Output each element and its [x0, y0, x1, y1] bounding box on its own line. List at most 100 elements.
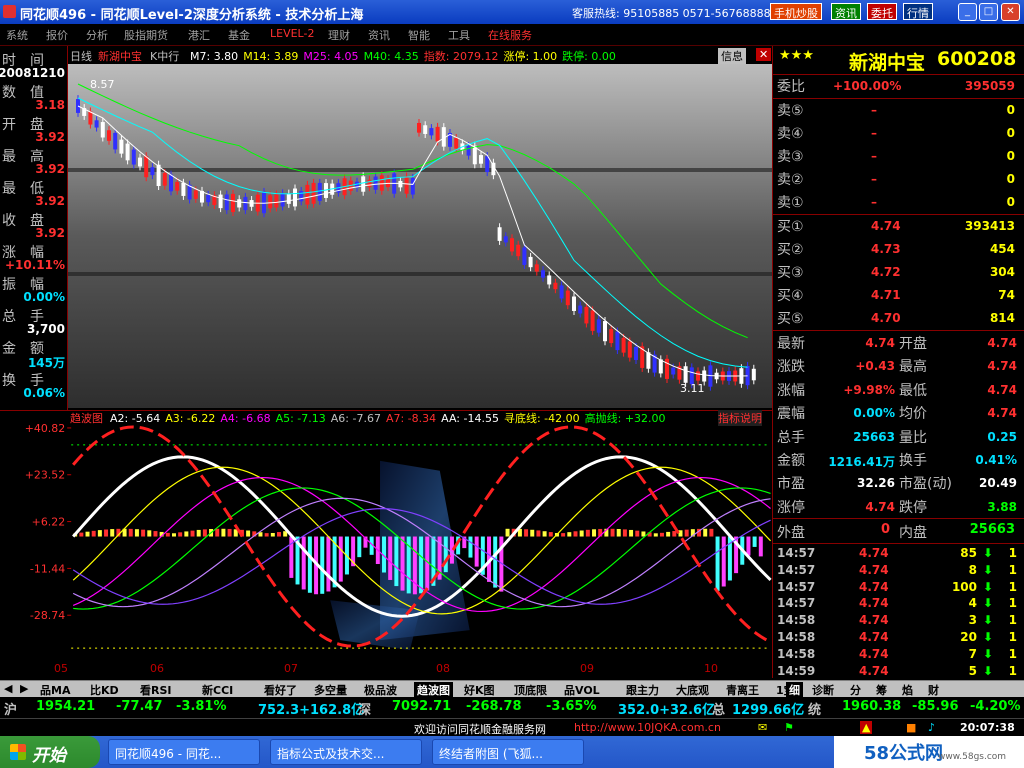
market-button[interactable]: 行情: [903, 3, 933, 20]
menu-level2[interactable]: LEVEL-2: [270, 27, 314, 40]
menu-futures[interactable]: 股指期货: [124, 27, 168, 43]
stat-row: 市盈 32.26 市盈(动) 20.49: [775, 473, 1021, 495]
minimize-button[interactable]: _: [958, 3, 977, 21]
news-button[interactable]: 资讯: [831, 3, 861, 20]
menu-system[interactable]: 系统: [6, 27, 28, 43]
histogram-bar: [610, 528, 615, 537]
indicator-help-button[interactable]: 指标说明: [718, 410, 762, 426]
alert-icon[interactable]: ▲: [860, 721, 873, 734]
task-ths[interactable]: 同花顺496 - 同花...: [108, 739, 260, 765]
histogram-bar: [128, 528, 133, 537]
indicator-tabs: ◀ ▶ 品MA 比KD 看RSI 新CCI 看好了 多空量 极品波 趋波图 好K图 顶底限 品VOL 跟主…: [0, 680, 1024, 698]
start-button[interactable]: 开始: [0, 736, 100, 768]
candle-body: [479, 155, 483, 164]
mail-icon[interactable]: ✉: [758, 721, 767, 734]
candle-body: [466, 145, 471, 156]
right-tab-4[interactable]: 焰: [902, 682, 913, 698]
maximize-button[interactable]: □: [979, 3, 998, 21]
info-button[interactable]: 信息: [718, 48, 746, 64]
candle-body: [541, 270, 545, 278]
entrust-button[interactable]: 委托: [867, 3, 897, 20]
histogram-bar: [752, 536, 757, 547]
tab-2[interactable]: 看RSI: [140, 682, 172, 698]
tab-6[interactable]: 极品波: [364, 682, 397, 698]
order-row[interactable]: 卖② – 0: [775, 169, 1021, 191]
close-button[interactable]: ✕: [1001, 3, 1020, 21]
tick-volume: 4: [968, 596, 977, 611]
sound-icon[interactable]: ♪: [928, 721, 935, 734]
tab-10[interactable]: 品VOL: [564, 682, 600, 698]
task-label: 指标公式及技术交...: [277, 747, 385, 761]
tab-13[interactable]: 青离王: [726, 682, 759, 698]
tab-9[interactable]: 顶底限: [514, 682, 547, 698]
right-tab-2[interactable]: 分: [850, 682, 861, 698]
menu-quote[interactable]: 报价: [46, 27, 68, 43]
order-row[interactable]: 买① 4.74 393413: [775, 216, 1021, 238]
tab-scroll-left-icon[interactable]: ◀: [4, 682, 12, 695]
tab-4[interactable]: 看好了: [264, 682, 297, 698]
order-row[interactable]: 买④ 4.71 74: [775, 285, 1021, 307]
histogram-bar: [141, 529, 146, 537]
message-icon[interactable]: ■: [906, 721, 916, 734]
service-link[interactable]: http://www.10JQKA.com.cn: [574, 721, 721, 734]
oscillator-chart[interactable]: +40.82 +23.52 +6.22 -11.44 -28.74: [0, 410, 772, 678]
order-row[interactable]: 买③ 4.72 304: [775, 262, 1021, 284]
order-row[interactable]: 买⑤ 4.70 814: [775, 308, 1021, 330]
order-row[interactable]: 买② 4.73 454: [775, 239, 1021, 261]
mobile-trade-button[interactable]: 手机炒股: [770, 3, 822, 20]
app-icon: [3, 5, 16, 18]
tab-scroll-right-icon[interactable]: ▶: [20, 682, 28, 695]
right-tab-5[interactable]: 财: [928, 682, 939, 698]
order-row[interactable]: 卖① – 0: [775, 192, 1021, 214]
osc-value: A4: -6.68: [220, 412, 271, 425]
order-row[interactable]: 卖④ – 0: [775, 123, 1021, 145]
menu-fund[interactable]: 基金: [228, 27, 250, 43]
tab-11[interactable]: 跟主力: [626, 682, 659, 698]
right-tab-0[interactable]: 细: [786, 682, 803, 698]
order-row[interactable]: 卖③ – 0: [775, 146, 1021, 168]
tab-3[interactable]: 新CCI: [202, 682, 233, 698]
histogram-bar: [468, 536, 473, 558]
candle-body: [373, 176, 378, 190]
menu-tools[interactable]: 工具: [448, 27, 470, 43]
menu-analysis[interactable]: 分析: [86, 27, 108, 43]
histogram-bar: [172, 533, 176, 537]
candle-body: [231, 193, 235, 213]
menu-smart[interactable]: 智能: [408, 27, 430, 43]
tab-5[interactable]: 多空量: [314, 682, 347, 698]
histogram-bar: [758, 536, 763, 557]
histogram-bar: [573, 531, 578, 537]
menu-info[interactable]: 资讯: [368, 27, 390, 43]
task-terminator[interactable]: 终结者附图 (飞狐...: [432, 739, 584, 765]
tab-0[interactable]: 品MA: [40, 682, 70, 698]
kline-chart[interactable]: 8.57 3.11: [68, 46, 772, 408]
histogram-bar: [715, 536, 720, 591]
stat-label: 最高: [899, 359, 927, 376]
tab-12[interactable]: 大底观: [676, 682, 709, 698]
candle-body: [696, 371, 700, 381]
right-tab-3[interactable]: 筹: [876, 682, 887, 698]
task-label: 同花顺496 - 同花...: [115, 747, 222, 761]
candle-body: [404, 176, 409, 194]
task-forum[interactable]: 指标公式及技术交...: [270, 739, 422, 765]
right-tab-1[interactable]: 诊断: [812, 682, 834, 698]
close-info-icon[interactable]: ✕: [756, 48, 772, 61]
menu-finance[interactable]: 理财: [328, 27, 350, 43]
info-row: 收盘 3.92: [2, 210, 66, 242]
candle-body: [311, 182, 316, 204]
tab-7[interactable]: 趋波图: [414, 682, 453, 698]
tab-1[interactable]: 比KD: [90, 682, 119, 698]
menu-hk[interactable]: 港汇: [188, 27, 210, 43]
stat-label: 震幅: [777, 406, 805, 423]
osc-value: A3: -6.22: [165, 412, 216, 425]
order-row[interactable]: 卖⑤ – 0: [775, 100, 1021, 122]
period-label[interactable]: 日线: [70, 48, 92, 64]
menu-online[interactable]: 在线服务: [488, 27, 532, 43]
flag-icon[interactable]: ⚑: [784, 721, 794, 734]
histogram-bar: [147, 530, 152, 537]
candle-body: [565, 290, 570, 306]
info-row: 数值 3.18: [2, 82, 66, 114]
candle-body: [237, 199, 242, 208]
tab-8[interactable]: 好K图: [464, 682, 495, 698]
tick-volume: 5: [968, 663, 977, 678]
